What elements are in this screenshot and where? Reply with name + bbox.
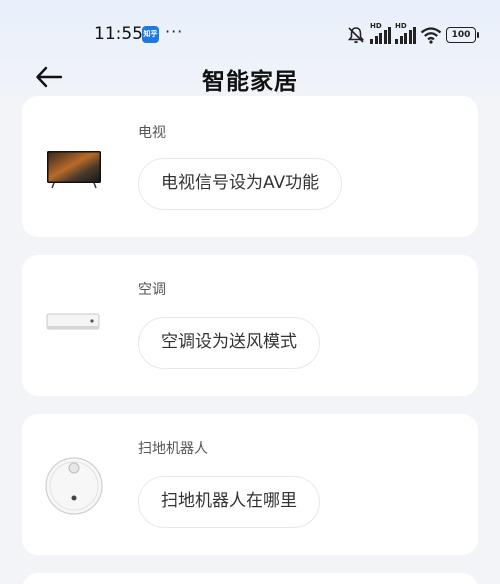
- device-card-robot-vacuum: 扫地机器人 扫地机器人在哪里: [22, 414, 478, 555]
- more-notifications-icon: ···: [165, 22, 184, 41]
- device-name-robot-vacuum: 扫地机器人: [138, 441, 208, 457]
- command-chip-tv[interactable]: 电视信号设为AV功能: [138, 158, 343, 210]
- device-name-tv: 电视: [138, 125, 166, 141]
- device-card-air-conditioner: 空调 空调设为送风模式: [22, 255, 478, 396]
- signal-2-icon: HD: [395, 22, 416, 44]
- mute-bell-icon: [347, 27, 365, 44]
- wifi-icon: [420, 27, 442, 44]
- navigation-bar: 智能家居: [0, 58, 500, 98]
- battery-icon: 100: [446, 27, 479, 43]
- zhihu-app-icon: 知乎: [142, 26, 159, 43]
- command-chip-air-conditioner[interactable]: 空调设为送风模式: [138, 317, 320, 369]
- status-bar: 11:55 知乎 ··· HD HD 100: [0, 0, 500, 60]
- air-conditioner-image: [46, 313, 102, 337]
- hd-label: HD: [370, 22, 382, 30]
- robot-vacuum-image: [44, 456, 104, 520]
- device-card-next: [22, 573, 478, 584]
- tv-image: [46, 150, 102, 194]
- status-time: 11:55: [94, 24, 143, 44]
- status-icons: HD HD 100: [346, 22, 479, 46]
- command-chip-robot-vacuum[interactable]: 扫地机器人在哪里: [138, 476, 320, 528]
- battery-level: 100: [451, 30, 471, 40]
- signal-1-icon: HD: [370, 22, 391, 44]
- device-card-tv: 电视 电视信号设为AV功能: [22, 96, 478, 237]
- hd-label: HD: [395, 22, 407, 30]
- page-title: 智能家居: [202, 69, 298, 95]
- device-name-air-conditioner: 空调: [138, 282, 166, 298]
